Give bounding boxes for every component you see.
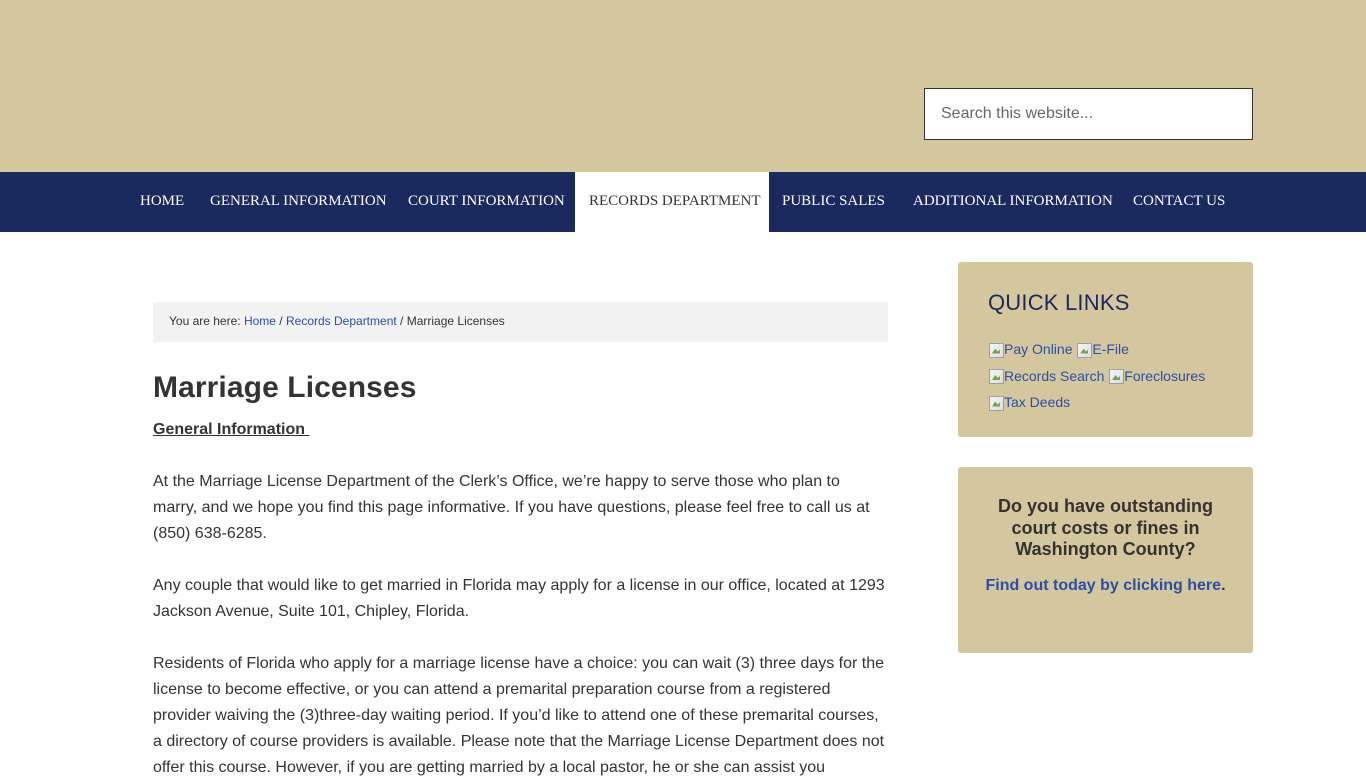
nav-item-public-sales[interactable]: PUBLIC SALES <box>782 172 885 232</box>
main-nav: HOME GENERAL INFORMATION COURT INFORMATI… <box>0 172 1366 232</box>
nav-item-home[interactable]: HOME <box>140 172 184 232</box>
breadcrumb: You are here: Home / Records Department … <box>153 302 888 342</box>
fines-cta: Find out today by clicking here. <box>980 573 1231 599</box>
quick-links-title: QUICK LINKS <box>988 290 1130 315</box>
section-heading: General Information <box>153 421 310 438</box>
site-header <box>0 0 1366 172</box>
quick-links-row: Pay Online E-File <box>988 338 1223 365</box>
nav-item-general-information[interactable]: GENERAL INFORMATION <box>210 172 387 232</box>
page-title: Marriage Licenses <box>153 371 417 404</box>
broken-image-icon <box>1108 368 1125 384</box>
nav-item-court-information[interactable]: COURT INFORMATION <box>408 172 565 232</box>
quick-link-tax-deeds[interactable]: Tax Deeds <box>988 391 1070 414</box>
breadcrumb-current: Marriage Licenses <box>406 314 505 328</box>
outstanding-fines-widget: Do you have outstanding court costs or f… <box>958 467 1253 653</box>
quick-link-foreclosures[interactable]: Foreclosures <box>1108 365 1205 388</box>
fines-period: . <box>1221 576 1226 594</box>
broken-image-icon <box>1076 342 1093 358</box>
nav-item-records-department[interactable]: RECORDS DEPARTMENT <box>575 172 769 232</box>
broken-image-icon <box>988 395 1004 411</box>
broken-image-icon <box>988 342 1004 358</box>
quick-links-row: Tax Deeds <box>988 391 1223 418</box>
nav-item-additional-information[interactable]: ADDITIONAL INFORMATION <box>913 172 1113 232</box>
breadcrumb-prefix: You are here: <box>169 314 244 328</box>
nav-item-contact-us[interactable]: CONTACT US <box>1133 172 1225 232</box>
search-input[interactable] <box>924 88 1253 140</box>
paragraph-location: Any couple that would like to get marrie… <box>153 577 885 620</box>
fines-heading: Do you have outstanding court costs or f… <box>997 496 1213 559</box>
paragraph-waiting-period: Residents of Florida who apply for a mar… <box>153 655 885 776</box>
quick-link-e-file[interactable]: E-File <box>1076 338 1129 361</box>
fines-link[interactable]: Find out today by clicking here <box>985 577 1221 594</box>
breadcrumb-records-department-link[interactable]: Records Department <box>286 314 397 328</box>
paragraph-intro: At the Marriage License Department of th… <box>153 473 870 542</box>
quick-links-widget: QUICK LINKS Pay Online E-File Records Se… <box>958 262 1253 437</box>
breadcrumb-home-link[interactable]: Home <box>244 314 276 328</box>
broken-image-icon <box>988 368 1004 384</box>
breadcrumb-separator: / <box>396 314 407 328</box>
quick-link-pay-online[interactable]: Pay Online <box>988 338 1072 361</box>
quick-link-records-search[interactable]: Records Search <box>988 365 1104 388</box>
breadcrumb-separator: / <box>275 314 286 328</box>
quick-links-row: Records Search Foreclosures <box>988 365 1223 392</box>
